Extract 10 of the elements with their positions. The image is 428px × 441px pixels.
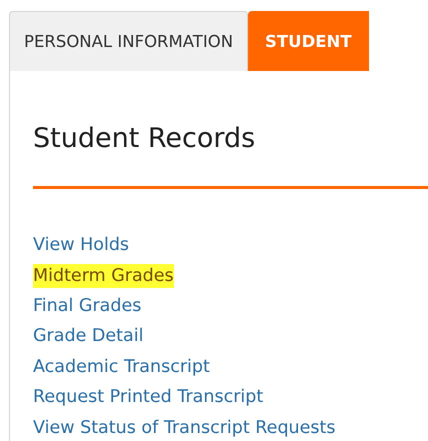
tab[interactable]: STUDENT bbox=[248, 11, 369, 71]
link[interactable]: View Holds bbox=[33, 233, 130, 258]
link[interactable]: Final Grades bbox=[33, 294, 142, 318]
tab[interactable]: PERSONAL INFORMATION bbox=[9, 11, 248, 71]
link[interactable]: Grade Detail bbox=[33, 324, 144, 348]
link[interactable]: View Status of Transcript Requests bbox=[33, 416, 336, 440]
link[interactable]: Academic Transcript bbox=[33, 354, 210, 379]
link[interactable]: Request Printed Transcript bbox=[33, 385, 264, 410]
section-title: Student Records bbox=[33, 122, 256, 156]
link[interactable]: Midterm Grades bbox=[33, 264, 174, 288]
